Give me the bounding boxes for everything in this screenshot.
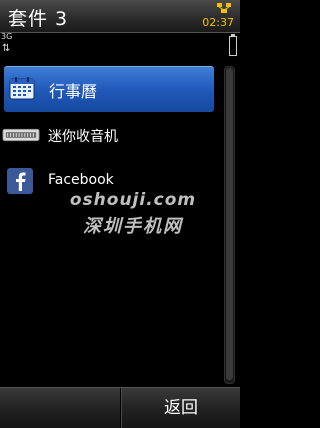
softkey-bar: 返回: [0, 387, 240, 428]
clock: 02:37: [202, 16, 234, 29]
battery-icon: [229, 34, 237, 56]
list-item-label: 行事曆: [49, 82, 98, 101]
network-indicator: 3G: [1, 32, 13, 41]
app-list: 行事曆 迷你收音机 Facebook: [0, 66, 220, 204]
radio-icon: [2, 128, 40, 142]
watermark: oshouji.com 深圳手机网: [0, 190, 240, 238]
page-title: 套件 3: [8, 8, 69, 30]
title-bar: 套件 3 02:37: [0, 0, 240, 33]
list-item-label: 迷你收音机: [48, 129, 118, 145]
watermark-url: oshouji.com: [69, 190, 197, 210]
calendar-icon: [9, 77, 35, 100]
list-item-radio[interactable]: 迷你收音机: [0, 112, 220, 158]
softkey-divider: [120, 388, 121, 428]
list-item-calendar[interactable]: 行事曆: [4, 66, 214, 112]
signal-transfer-icon: ⇅: [2, 43, 11, 54]
left-softkey[interactable]: [0, 388, 119, 428]
data-transfer-icon: [217, 3, 231, 13]
watermark-name: 深圳手机网: [83, 216, 183, 237]
back-button[interactable]: 返回: [122, 388, 240, 428]
list-item-label: Facebook: [48, 172, 114, 188]
